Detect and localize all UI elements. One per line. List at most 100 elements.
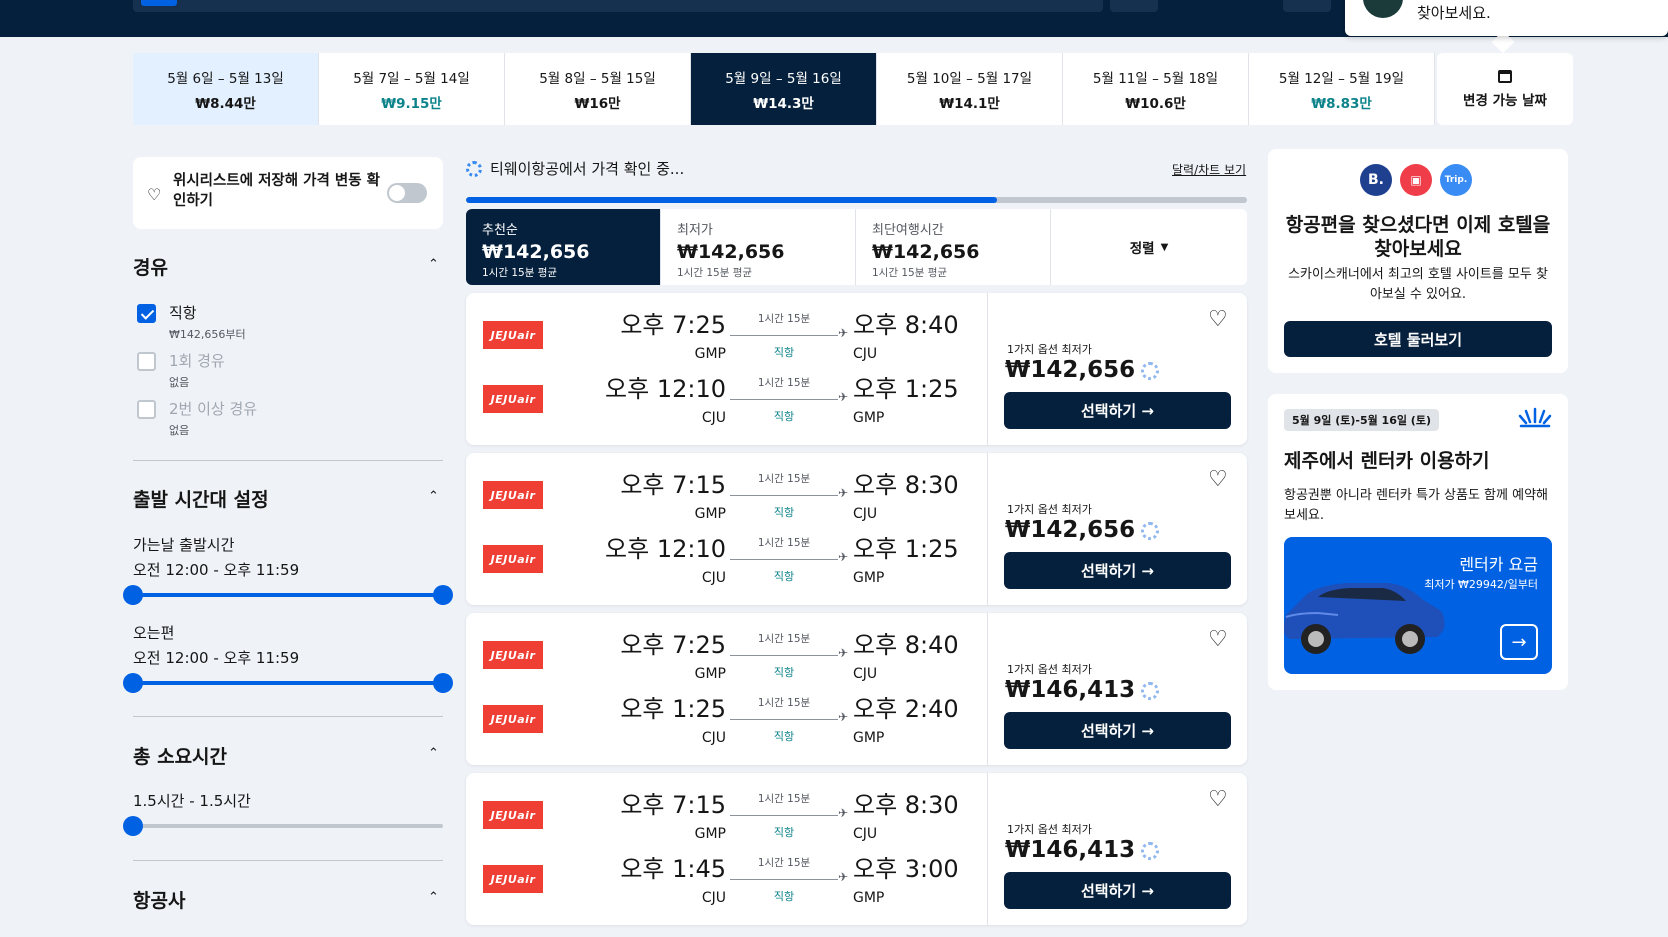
date-tab[interactable]: 5월 9일 – 5월 16일 ₩14.3만	[691, 53, 877, 125]
checkbox[interactable]	[137, 352, 156, 371]
arrival-time: 오후 8:40	[853, 631, 959, 659]
chevron-up-icon[interactable]: ⌃	[428, 746, 439, 761]
chevron-up-icon[interactable]: ⌃	[428, 489, 439, 504]
date-range: 5월 10일 – 5월 17일	[906, 70, 1033, 87]
promo-subtitle: 최저가 ₩29942/일부터	[1424, 578, 1538, 591]
sort-tab-title: 추천순	[482, 223, 518, 238]
slider-handle[interactable]	[123, 816, 143, 836]
duration-range: 1.5시간 - 1.5시간	[133, 792, 251, 810]
divider	[133, 716, 443, 717]
header-button[interactable]	[1110, 0, 1158, 12]
slider-handle[interactable]	[433, 673, 453, 693]
select-button[interactable]: 선택하기 →	[1004, 392, 1231, 429]
date-tab[interactable]: 5월 6일 – 5월 13일 ₩8.44만	[133, 53, 319, 125]
search-button[interactable]	[141, 0, 177, 6]
date-tab[interactable]: 5월 11일 – 5월 18일 ₩10.6만	[1063, 53, 1249, 125]
car-promo-banner[interactable]: 렌터카 요금 최저가 ₩29942/일부터 →	[1284, 537, 1552, 674]
stop-price: 없음	[169, 376, 190, 389]
departure-airport: GMP	[694, 826, 726, 842]
departure: 오후 7:15 GMP	[586, 785, 726, 842]
arrival-airport: CJU	[853, 346, 878, 362]
stops-text: 직항	[773, 346, 795, 359]
progress-fill	[466, 197, 998, 203]
slider-handle[interactable]	[433, 585, 453, 605]
divider	[987, 293, 988, 445]
date-tab[interactable]: 5월 8일 – 5월 15일 ₩16만	[505, 53, 691, 125]
sort-tab[interactable]: 추천순 ₩142,656 1시간 15분 평균	[466, 209, 661, 285]
departure-airport: GMP	[694, 666, 726, 682]
divider	[987, 453, 988, 605]
arrival-time: 오후 8:30	[853, 471, 959, 499]
return-slider[interactable]	[123, 673, 453, 693]
flexible-dates-button[interactable]: 변경 가능 날짜	[1437, 53, 1573, 125]
flight-card[interactable]: JEJUair 오후 7:15 GMP 1시간 15분 직항 오후 8:30 C…	[466, 773, 1247, 925]
date-tab[interactable]: 5월 12일 – 5월 19일 ₩8.83만	[1249, 53, 1435, 125]
date-range: 5월 7일 – 5월 14일	[353, 70, 470, 87]
calendar-chart-link[interactable]: 달력/차트 보기	[1172, 161, 1246, 178]
select-button[interactable]: 선택하기 →	[1004, 552, 1231, 589]
plane-icon	[730, 646, 848, 660]
departure-title: 출발 시간대 설정	[133, 489, 269, 511]
date-tab[interactable]: 5월 7일 – 5월 14일 ₩9.15만	[319, 53, 505, 125]
arrow-right-icon[interactable]: →	[1500, 624, 1538, 660]
wishlist-toggle[interactable]	[387, 183, 427, 203]
sort-dropdown[interactable]: 정렬 ▼	[1051, 209, 1247, 285]
sort-tab-duration: 1시간 15분 평균	[677, 267, 753, 279]
price: ₩146,413	[1005, 677, 1160, 703]
chevron-up-icon[interactable]: ⌃	[428, 890, 439, 905]
date-price: ₩9.15만	[381, 95, 442, 112]
arrival: 오후 8:40 CJU	[853, 625, 973, 682]
outbound-slider[interactable]	[123, 585, 453, 605]
heart-icon[interactable]: ♡	[1208, 627, 1228, 652]
stops-text: 직항	[773, 570, 795, 583]
flight-card[interactable]: JEJUair 오후 7:25 GMP 1시간 15분 직항 오후 8:40 C…	[466, 293, 1247, 445]
date-range: 5월 12일 – 5월 19일	[1278, 70, 1405, 87]
departure-airport: GMP	[694, 506, 726, 522]
date-range: 5월 6일 – 5월 13일	[167, 70, 284, 87]
slider-handle[interactable]	[123, 673, 143, 693]
select-button[interactable]: 선택하기 →	[1004, 712, 1231, 749]
departure-time: 오후 7:25	[620, 631, 726, 659]
arrival-airport: GMP	[853, 410, 885, 426]
checkbox[interactable]	[137, 400, 156, 419]
browse-hotels-button[interactable]: 호텔 둘러보기	[1284, 321, 1552, 357]
heart-icon[interactable]: ♡	[1208, 787, 1228, 812]
heart-icon[interactable]: ♡	[1208, 467, 1228, 492]
airline-logo: JEJUair	[483, 481, 543, 509]
plane-icon	[730, 326, 848, 340]
stop-label: 1회 경유	[169, 352, 225, 370]
departure: 오후 12:10 CJU	[586, 529, 726, 586]
header-button[interactable]	[1283, 0, 1331, 12]
divider	[133, 860, 443, 861]
popup: 찾아보세요.	[1345, 0, 1668, 36]
chevron-up-icon[interactable]: ⌃	[428, 257, 439, 272]
checkbox[interactable]	[137, 304, 156, 323]
car-image	[1284, 583, 1445, 654]
sort-tab[interactable]: 최저가 ₩142,656 1시간 15분 평균	[661, 209, 856, 285]
duration-text: 1시간 15분	[757, 473, 811, 485]
loading-text: 티웨이항공에서 가격 확인 중...	[490, 160, 685, 178]
select-button[interactable]: 선택하기 →	[1004, 872, 1231, 909]
sort-tab[interactable]: 최단여행시간 ₩142,656 1시간 15분 평균	[856, 209, 1051, 285]
flight-leg: JEJUair 오후 12:10 CJU 1시간 15분 직항 오후 1:25 …	[466, 529, 987, 593]
flight-card[interactable]: JEJUair 오후 7:25 GMP 1시간 15분 직항 오후 8:40 C…	[466, 613, 1247, 765]
duration-text: 1시간 15분	[757, 313, 811, 325]
flight-card[interactable]: JEJUair 오후 7:15 GMP 1시간 15분 직항 오후 8:30 C…	[466, 453, 1247, 605]
trip-logo: Trip.	[1440, 164, 1472, 196]
search-bar[interactable]	[133, 0, 1103, 12]
heart-icon: ♡	[147, 185, 162, 204]
duration-text: 1시간 15분	[757, 537, 811, 549]
flight-leg: JEJUair 오후 1:45 CJU 1시간 15분 직항 오후 3:00 G…	[466, 849, 987, 913]
return-range: 오전 12:00 - 오후 11:59	[133, 649, 300, 667]
heart-icon[interactable]: ♡	[1208, 307, 1228, 332]
duration-slider[interactable]	[123, 816, 443, 836]
slider-handle[interactable]	[123, 585, 143, 605]
sort-tabs: 추천순 ₩142,656 1시간 15분 평균 최저가 ₩142,656 1시간 …	[466, 209, 1247, 285]
departure-time: 오후 7:15	[620, 471, 726, 499]
duration-text: 1시간 15분	[757, 633, 811, 645]
date-tab[interactable]: 5월 10일 – 5월 17일 ₩14.1만	[877, 53, 1063, 125]
date-price: ₩8.83만	[1311, 95, 1372, 112]
sort-tab-price: ₩142,656	[677, 241, 785, 263]
departure-time: 오후 12:10	[605, 375, 726, 403]
flight-duration: 1시간 15분 직항	[724, 791, 848, 840]
